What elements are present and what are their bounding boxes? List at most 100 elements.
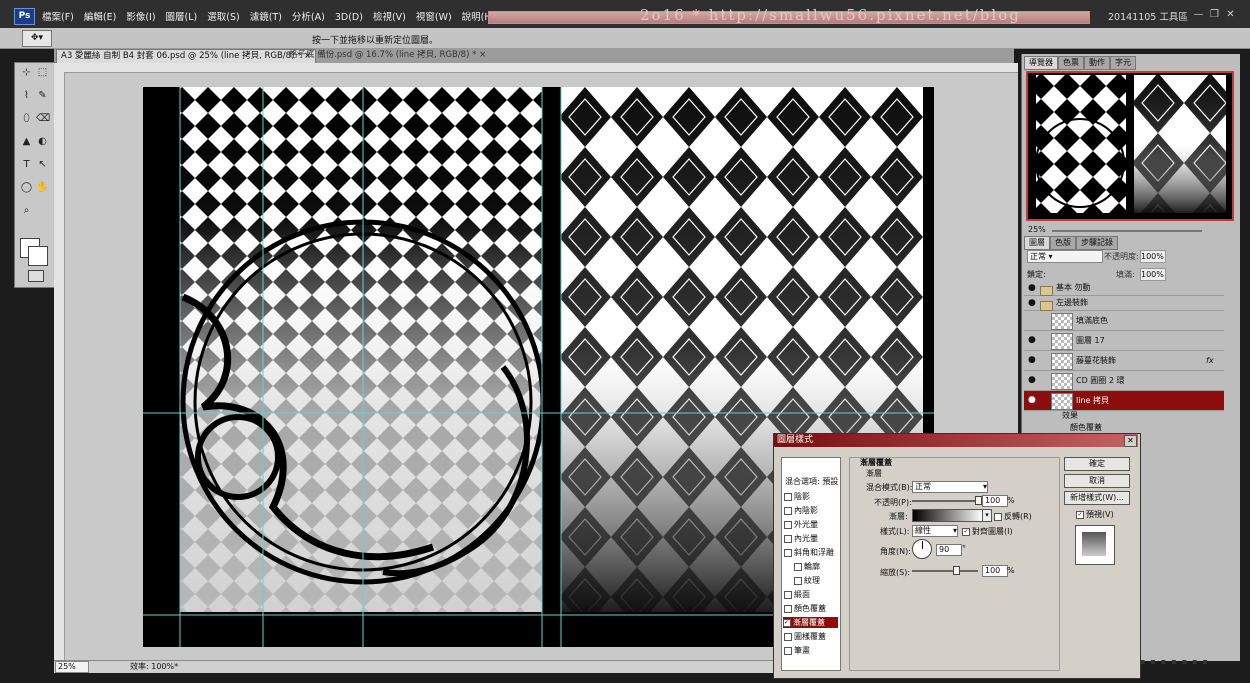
blending-options-item[interactable]: 混合選項: 預設 — [785, 476, 838, 487]
visibility-eye-icon[interactable]: ● — [1028, 281, 1038, 295]
tool-icon[interactable]: ◯ — [20, 181, 33, 194]
layer-row[interactable]: ● 圖層 17 — [1024, 331, 1224, 351]
menu-item[interactable]: 檔案(F) — [42, 12, 74, 23]
layer-opacity-field[interactable]: 100% — [1140, 250, 1166, 263]
quick-mask-icon[interactable] — [28, 270, 44, 282]
tool-icon[interactable]: ⌕ — [20, 204, 33, 217]
navigator-zoom-slider[interactable] — [1052, 230, 1202, 232]
gradient-style-select[interactable]: 線性 ▾ — [912, 525, 958, 537]
tool-icon[interactable]: ✋ — [36, 181, 49, 194]
reverse-checkbox[interactable]: 反轉(R) — [994, 511, 1032, 522]
style-item[interactable]: 輪廓 — [794, 561, 820, 572]
menu-item[interactable]: 視窗(W) — [416, 12, 452, 23]
style-item[interactable]: 內光暈 — [784, 533, 818, 544]
style-item[interactable]: 顏色覆蓋 — [784, 603, 826, 614]
tab-document-1[interactable]: A3 愛麗絲 自制 B4 封套 06.psd @ 25% (line 拷貝, R… — [56, 49, 317, 63]
style-checkbox[interactable] — [784, 604, 792, 613]
menu-item[interactable]: 3D(D) — [335, 12, 363, 23]
navigator-thumbnail[interactable] — [1026, 71, 1234, 221]
style-item[interactable]: 圖樣覆蓋 — [784, 631, 826, 642]
tab-close-icon[interactable]: × — [479, 50, 486, 60]
menu-item[interactable]: 影像(I) — [126, 12, 155, 23]
tool-icon[interactable]: ◐ — [36, 135, 49, 148]
style-checkbox[interactable] — [784, 520, 792, 529]
style-checkbox[interactable] — [784, 534, 792, 543]
style-checkbox[interactable] — [784, 548, 792, 557]
visibility-eye-icon[interactable]: ● — [1028, 351, 1038, 370]
angle-field[interactable]: 90 — [936, 544, 962, 556]
opacity-field[interactable]: 100 — [982, 495, 1008, 507]
style-item[interactable]: 陰影 — [784, 491, 810, 502]
style-checkbox[interactable] — [784, 632, 792, 641]
layer-panel-footer-icons[interactable]: ▪▪▪▪▪▪▪ — [1140, 657, 1213, 666]
layer-group-row[interactable]: ● 左邊裝飾 — [1024, 296, 1224, 311]
navigator-tab[interactable]: 色票 — [1058, 56, 1084, 70]
tool-icon[interactable]: ✎ — [36, 89, 49, 102]
style-checkbox[interactable] — [784, 506, 792, 515]
navigator-tab[interactable]: 導覽器 — [1024, 56, 1058, 70]
menu-item[interactable]: 分析(A) — [292, 12, 325, 23]
style-checkbox[interactable] — [794, 562, 802, 571]
tool-icon[interactable]: ⌇ — [20, 89, 33, 102]
layer-group-row[interactable]: ● 基本 勿動 — [1024, 281, 1224, 296]
layer-row[interactable]: 填滿底色 — [1024, 311, 1224, 331]
ruler-horizontal[interactable] — [54, 63, 1018, 73]
scale-field[interactable]: 100 — [982, 565, 1008, 577]
style-item[interactable]: 筆畫 — [784, 645, 810, 656]
minimize-button[interactable]: — — [1192, 9, 1205, 20]
close-button[interactable]: ✕ — [1224, 9, 1237, 20]
zoom-field[interactable]: 25% — [55, 661, 89, 673]
dialog-close-icon[interactable]: ✕ — [1124, 435, 1137, 447]
gradient-picker[interactable] — [912, 509, 984, 522]
tool-icon[interactable]: ⬯ — [20, 112, 33, 125]
style-checkbox[interactable] — [794, 576, 802, 585]
visibility-eye-icon[interactable]: ● — [1028, 296, 1038, 310]
fx-icon[interactable]: fx — [1206, 351, 1214, 370]
navigator-tab[interactable]: 字元 — [1110, 56, 1136, 70]
visibility-eye-icon[interactable]: ● — [1028, 371, 1038, 390]
background-color-swatch[interactable] — [28, 246, 48, 266]
layer-blend-mode-select[interactable]: 正常 ▾ — [1027, 250, 1103, 263]
restore-button[interactable]: ❐ — [1208, 9, 1221, 20]
gradient-dropdown-icon[interactable]: ▾ — [982, 509, 992, 522]
menu-item[interactable]: 圖層(L) — [166, 12, 198, 23]
scale-slider-knob[interactable] — [952, 566, 960, 575]
workspace-switcher[interactable]: 20141105 工具區 — [1108, 9, 1188, 23]
layer-effects-label[interactable]: 效果 — [1062, 410, 1078, 421]
layer-row[interactable]: ● line 拷貝 — [1024, 391, 1224, 411]
style-checkbox[interactable] — [784, 646, 792, 655]
tool-icon[interactable]: T — [20, 158, 33, 171]
menu-item[interactable]: 編輯(E) — [84, 12, 116, 23]
style-item[interactable]: ✓ 漸層覆蓋 — [783, 617, 838, 628]
tool-icon[interactable]: ↖ — [36, 158, 49, 171]
tool-icon[interactable]: ▲ — [20, 135, 33, 148]
visibility-eye-icon[interactable]: ● — [1028, 331, 1038, 350]
navigator-tab[interactable]: 動作 — [1084, 56, 1110, 70]
layers-panel-tab[interactable]: 色版 — [1050, 236, 1076, 250]
preview-checkbox[interactable]: ✓ 預視(V) — [1076, 509, 1114, 520]
style-item[interactable]: 緞面 — [784, 589, 810, 600]
style-item[interactable]: 外光暈 — [784, 519, 818, 530]
style-item[interactable]: 內陰影 — [784, 505, 818, 516]
opacity-slider[interactable] — [912, 500, 978, 502]
layers-panel-tab[interactable]: 圖層 — [1024, 236, 1050, 250]
style-item[interactable]: 紋理 — [794, 575, 820, 586]
style-checkbox[interactable]: ✓ — [783, 618, 791, 627]
tool-icon[interactable]: ⌫ — [36, 112, 50, 125]
angle-dial[interactable] — [912, 539, 932, 559]
tab-document-2[interactable]: 格子底 備份.psd @ 16.7% (line 拷貝, RGB/8) * × — [285, 49, 490, 62]
scale-slider[interactable] — [912, 570, 978, 572]
layers-panel-tab[interactable]: 步驟記錄 — [1076, 236, 1118, 250]
navigator-zoom[interactable]: 25% — [1028, 225, 1046, 234]
style-item[interactable]: 斜角和浮雕 — [784, 547, 834, 558]
style-checkbox[interactable] — [784, 590, 792, 599]
menu-item[interactable]: 檢視(V) — [373, 12, 406, 23]
ok-button[interactable]: 確定 — [1064, 457, 1130, 471]
new-style-button[interactable]: 新增樣式(W)... — [1064, 491, 1130, 505]
tool-icon[interactable]: ⊹ — [20, 66, 33, 79]
layer-effect-item[interactable]: 顏色覆蓋 — [1070, 422, 1102, 433]
gradient-blend-mode-select[interactable]: 正常 ▾ — [912, 481, 988, 493]
ruler-vertical[interactable] — [54, 72, 65, 661]
cancel-button[interactable]: 取消 — [1064, 474, 1130, 488]
menu-item[interactable]: 選取(S) — [207, 12, 239, 23]
